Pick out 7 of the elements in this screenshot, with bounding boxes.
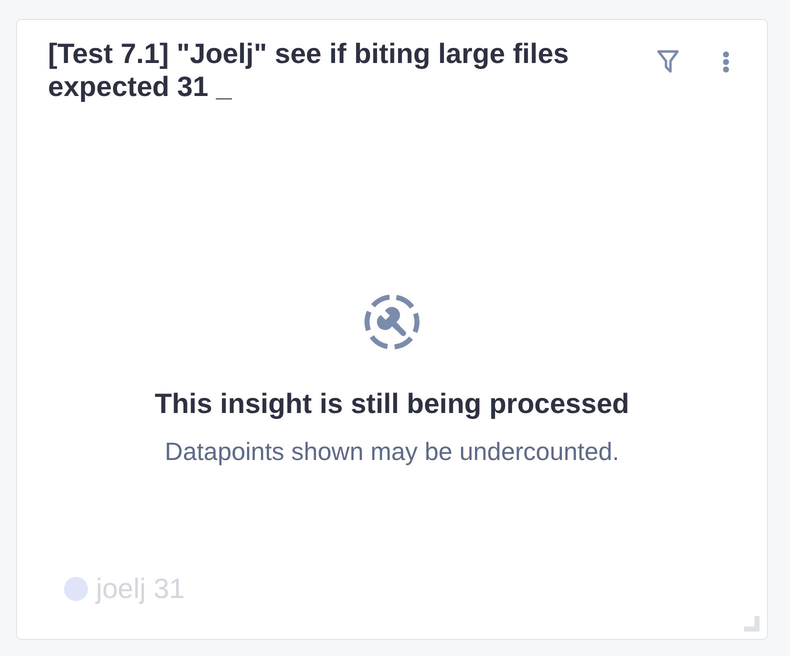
filter-icon[interactable]	[657, 50, 679, 73]
processing-wrench-icon	[364, 294, 420, 350]
insight-title[interactable]: [Test 7.1] "Joelj" see if biting large files expected 31 _	[48, 37, 628, 103]
processing-message: Datapoints shown may be undercounted.	[164, 437, 620, 467]
processing-heading: This insight is still being processed	[154, 388, 630, 420]
more-options-icon[interactable]	[722, 50, 730, 72]
resize-handle-icon[interactable]	[744, 616, 760, 632]
